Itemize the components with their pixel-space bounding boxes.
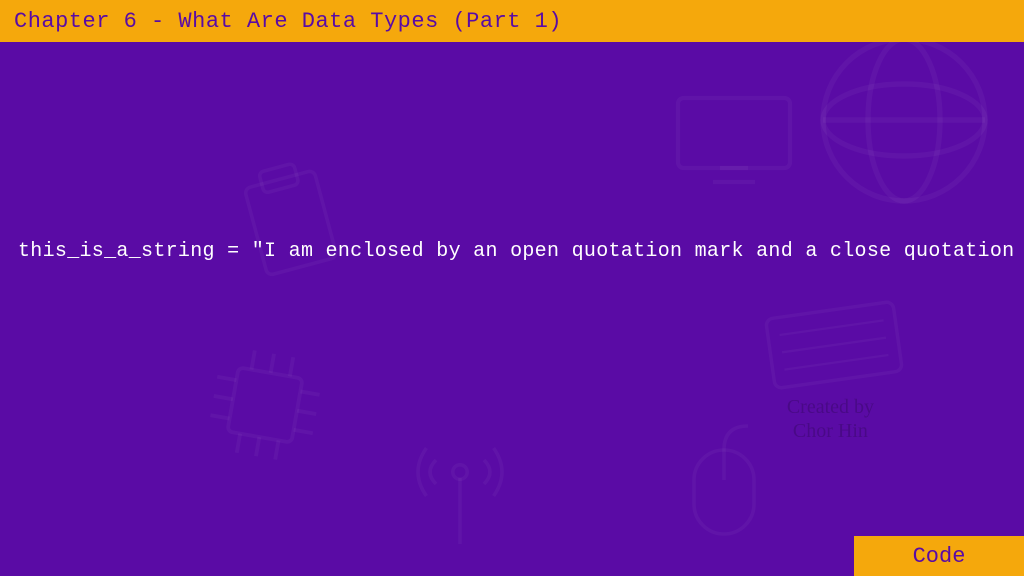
credit-line1: Created by [787,395,874,419]
header-bar: Chapter 6 - What Are Data Types (Part 1) [0,0,1024,42]
monitor-icon [664,80,804,200]
antenna-icon [400,430,520,550]
clipboard-icon [217,147,364,294]
chapter-title: Chapter 6 - What Are Data Types (Part 1) [14,9,562,34]
credit-line2: Chor Hin [787,419,874,443]
chip-icon [190,330,341,481]
credit-text: Created by Chor Hin [787,395,874,443]
globe-icon [814,30,994,210]
keyboard-icon [758,291,909,400]
footer-tag: Code [854,536,1024,576]
footer-label: Code [913,544,966,569]
mouse-icon [674,420,774,540]
code-block: this_is_a_string = "I am enclosed by an … [18,240,1006,263]
code-line: this_is_a_string = "I am enclosed by an … [18,240,1006,263]
